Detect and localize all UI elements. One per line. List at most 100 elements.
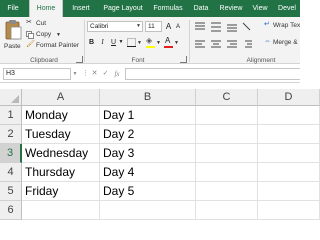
tab-home[interactable]: Home (29, 0, 63, 17)
chevron-down-icon: ▼ (56, 32, 61, 38)
tab-review[interactable]: Review (216, 0, 246, 17)
underline-icon: U (110, 39, 117, 46)
cell-a2[interactable]: Tuesday (22, 125, 100, 144)
bold-button[interactable]: B (87, 37, 96, 48)
name-box-dropdown-icon[interactable]: ▼ (72, 68, 78, 80)
ribbon-tab-bar: File Home Insert Page Layout Formulas Da… (0, 0, 300, 17)
wrap-text-label: Wrap Tex (273, 22, 301, 29)
chevron-down-icon: ▼ (137, 40, 142, 46)
font-group-label: Font (131, 57, 145, 64)
font-color-icon: A (165, 36, 171, 45)
tab-insert[interactable]: Insert (64, 0, 98, 17)
cell-c5[interactable] (196, 182, 258, 201)
copy-button[interactable]: Copy ▼ (26, 30, 66, 40)
cell-d2[interactable] (258, 125, 320, 144)
wrap-text-icon: ↵ (264, 21, 270, 28)
row-header-2[interactable]: 2 (0, 125, 22, 144)
insert-function-button[interactable]: fx (111, 68, 123, 80)
enter-icon[interactable]: ✓ (101, 68, 110, 80)
cell-a4[interactable]: Thursday (22, 163, 100, 182)
cell-a6[interactable] (22, 201, 100, 220)
column-header-d[interactable]: D (258, 89, 320, 106)
cell-b6[interactable] (100, 201, 196, 220)
drag-handle-icon[interactable]: ⋮ (82, 68, 89, 80)
paste-label: Paste (4, 43, 21, 50)
font-color-bar (164, 46, 173, 48)
clipboard-group-label: Clipboard (30, 57, 58, 64)
column-header-c[interactable]: C (196, 89, 258, 106)
italic-button[interactable]: I (98, 37, 107, 48)
font-launcher-icon[interactable] (180, 56, 187, 63)
wrap-text-button[interactable]: ↵ Wrap Tex (264, 21, 300, 31)
copy-icon (26, 31, 34, 39)
cut-button[interactable]: ✂ Cut (26, 19, 66, 29)
italic-icon: I (101, 38, 104, 46)
cell-a1[interactable]: Monday (22, 106, 100, 125)
cut-label: Cut (36, 20, 47, 27)
formula-input[interactable] (125, 68, 300, 80)
font-color-button[interactable]: A ▼ (164, 37, 180, 49)
chevron-down-icon: ▼ (156, 40, 161, 46)
highlight-color-bar (146, 46, 155, 48)
chevron-down-icon[interactable]: ▼ (118, 37, 124, 48)
cell-d3[interactable] (258, 144, 320, 163)
cell-d6[interactable] (258, 201, 320, 220)
clipboard-launcher-icon[interactable] (76, 56, 83, 63)
font-name-select[interactable]: Calibri ▼ (87, 21, 143, 32)
paste-icon (5, 20, 22, 40)
scissors-icon: ✂ (26, 19, 32, 26)
cell-b2[interactable]: Day 2 (100, 125, 196, 144)
cancel-icon[interactable]: ✕ (90, 68, 99, 80)
row-header-1[interactable]: 1 (0, 106, 22, 125)
cell-b1[interactable]: Day 1 (100, 106, 196, 125)
column-header-b[interactable]: B (100, 89, 196, 106)
shrink-font-button[interactable]: A (174, 22, 182, 33)
underline-button[interactable]: U (109, 37, 118, 48)
merge-center-label: Merge & (273, 39, 298, 46)
name-box[interactable]: H3 (3, 68, 71, 80)
row-header-3[interactable]: 3 (0, 144, 22, 163)
merge-center-button[interactable]: ⇔ Merge & (264, 38, 300, 48)
chevron-down-icon: ▼ (174, 40, 179, 46)
separator (189, 20, 190, 62)
borders-button[interactable]: ▼ (127, 38, 142, 48)
paste-button[interactable]: Paste (2, 19, 24, 55)
grow-font-button[interactable]: A (164, 21, 173, 32)
bold-icon: B (88, 39, 95, 46)
fill-color-button[interactable]: ◈ ▼ (146, 37, 161, 49)
font-name-value: Calibri (90, 23, 109, 30)
tab-view[interactable]: View (249, 0, 271, 17)
cell-d5[interactable] (258, 182, 320, 201)
row-header-5[interactable]: 5 (0, 182, 22, 201)
cell-a3[interactable]: Wednesday (22, 144, 100, 163)
format-painter-label: Format Painter (36, 42, 79, 49)
ribbon: Paste ✂ Cut Copy ▼ 🖌 Format Painter Clip… (0, 17, 300, 64)
font-size-select[interactable]: 11 (145, 21, 162, 32)
row-header-4[interactable]: 4 (0, 163, 22, 182)
cell-c1[interactable] (196, 106, 258, 125)
tab-data[interactable]: Data (189, 0, 213, 17)
tab-file[interactable]: File (0, 0, 26, 17)
row-header-6[interactable]: 6 (0, 201, 22, 220)
format-painter-button[interactable]: 🖌 Format Painter (26, 41, 82, 51)
cell-c4[interactable] (196, 163, 258, 182)
cell-d1[interactable] (258, 106, 320, 125)
font-size-value: 11 (148, 23, 155, 30)
cell-b4[interactable]: Day 4 (100, 163, 196, 182)
merge-icon: ⇔ (264, 38, 271, 45)
cell-c3[interactable] (196, 144, 258, 163)
cell-b3[interactable]: Day 3 (100, 144, 196, 163)
tab-developer[interactable]: Devel (274, 0, 300, 17)
copy-label: Copy (36, 31, 52, 38)
chevron-down-icon: ▼ (136, 23, 141, 29)
cell-c2[interactable] (196, 125, 258, 144)
cell-a5[interactable]: Friday (22, 182, 100, 201)
cell-c6[interactable] (196, 201, 258, 220)
cell-d4[interactable] (258, 163, 320, 182)
tab-formulas[interactable]: Formulas (149, 0, 187, 17)
select-all-button[interactable] (0, 89, 22, 106)
column-header-a[interactable]: A (22, 89, 100, 106)
cell-b5[interactable]: Day 5 (100, 182, 196, 201)
select-all-icon (11, 95, 19, 103)
tab-page-layout[interactable]: Page Layout (99, 0, 147, 17)
